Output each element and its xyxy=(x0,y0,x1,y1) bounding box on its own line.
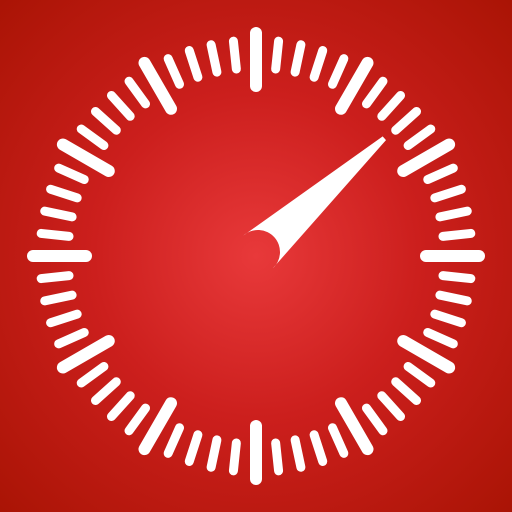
dial-minor-tick xyxy=(438,271,476,284)
dial-minor-tick xyxy=(36,228,74,241)
dial-minor-tick xyxy=(435,206,472,222)
dial-minor-tick xyxy=(438,228,476,241)
dial-minor-tick xyxy=(290,40,306,77)
stopwatch-app-icon xyxy=(0,0,512,512)
dial-minor-tick xyxy=(40,290,77,306)
dial-minor-tick xyxy=(206,435,222,472)
dial-minor-tick xyxy=(40,206,77,222)
dial-minor-tick xyxy=(36,271,74,284)
dial-minor-tick xyxy=(271,36,284,74)
dial-minor-tick xyxy=(290,435,306,472)
stopwatch-icon xyxy=(0,0,512,512)
dial-minor-tick xyxy=(228,438,241,476)
dial-minor-tick xyxy=(206,40,222,77)
dial-minor-tick xyxy=(271,438,284,476)
dial-minor-tick xyxy=(228,36,241,74)
dial-minor-tick xyxy=(435,290,472,306)
